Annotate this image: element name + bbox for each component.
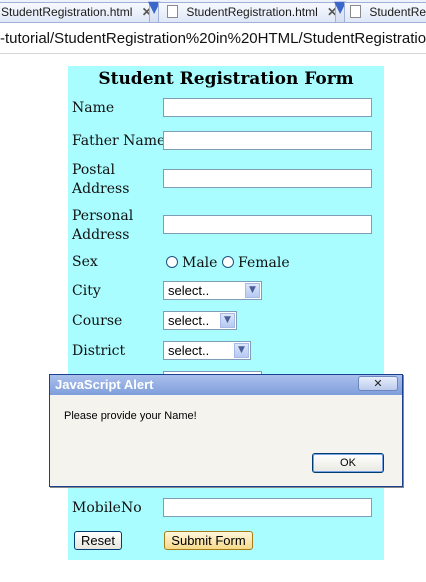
postal-address-input[interactable] xyxy=(163,169,372,188)
city-select[interactable]: select.. ▼ xyxy=(163,281,262,300)
female-radio[interactable] xyxy=(222,256,234,268)
course-selected-value: select.. xyxy=(168,313,210,328)
browser-tab-strip: StudentRegistration.html ✕ ▼ StudentRegi… xyxy=(0,0,426,23)
chevron-down-icon[interactable]: ▼ xyxy=(245,283,260,298)
url-text[interactable]: -tutorial/StudentRegistration%20in%20HTM… xyxy=(0,30,426,47)
dialog-title-bar[interactable]: JavaScript Alert ✕ xyxy=(50,375,402,395)
mobile-label: MobileNo xyxy=(72,500,142,516)
chevron-down-icon[interactable]: ▼ xyxy=(220,313,235,328)
postal-address-label: Postal Address xyxy=(72,161,129,199)
name-label: Name xyxy=(72,100,115,116)
alert-message: Please provide your Name! xyxy=(64,410,197,422)
reset-button[interactable]: Reset xyxy=(74,531,122,550)
address-bar[interactable]: -tutorial/StudentRegistration%20in%20HTM… xyxy=(0,23,426,54)
tab-title: StudentRegistration.html xyxy=(1,5,133,19)
submit-form-button[interactable]: Submit Form xyxy=(164,531,253,550)
tab-student-registration-3[interactable]: StudentRegis xyxy=(344,2,426,22)
personal-address-input[interactable] xyxy=(163,215,372,234)
name-input[interactable] xyxy=(163,98,372,117)
district-selected-value: select.. xyxy=(168,343,210,358)
personal-address-label-line2: Address xyxy=(72,227,130,243)
document-icon xyxy=(350,5,361,18)
father-name-label: Father Name xyxy=(72,133,166,149)
postal-address-label-line1: Postal xyxy=(72,162,115,178)
male-label: Male xyxy=(182,255,218,271)
form-title: Student Registration Form xyxy=(98,69,354,89)
female-label: Female xyxy=(238,255,290,271)
course-select[interactable]: select.. ▼ xyxy=(163,311,237,330)
tab-separator-icon: ▼ xyxy=(148,0,161,16)
tab-student-registration-2[interactable]: StudentRegistration.html ✕ xyxy=(158,2,336,22)
mobile-input[interactable] xyxy=(163,498,372,517)
dialog-title: JavaScript Alert xyxy=(55,377,154,392)
personal-address-label: Personal Address xyxy=(72,207,133,245)
tab-separator-icon: ▼ xyxy=(334,0,347,16)
personal-address-label-line1: Personal xyxy=(72,208,134,224)
tab-title: StudentRegis xyxy=(369,5,426,19)
district-label: District xyxy=(72,343,126,359)
postal-address-label-line2: Address xyxy=(72,181,130,197)
ok-button[interactable]: OK xyxy=(312,453,384,473)
sex-label: Sex xyxy=(72,254,98,270)
course-label: Course xyxy=(72,313,123,329)
document-icon xyxy=(167,5,178,18)
javascript-alert-dialog: JavaScript Alert ✕ Please provide your N… xyxy=(49,374,403,487)
tab-title: StudentRegistration.html xyxy=(186,5,318,19)
male-radio[interactable] xyxy=(166,256,178,268)
chevron-down-icon[interactable]: ▼ xyxy=(234,343,249,358)
father-name-input[interactable] xyxy=(163,131,372,150)
city-label: City xyxy=(72,283,101,299)
close-icon[interactable]: ✕ xyxy=(358,376,398,391)
tab-student-registration-1[interactable]: StudentRegistration.html ✕ xyxy=(0,2,150,22)
district-select[interactable]: select.. ▼ xyxy=(163,341,251,360)
city-selected-value: select.. xyxy=(168,283,210,298)
